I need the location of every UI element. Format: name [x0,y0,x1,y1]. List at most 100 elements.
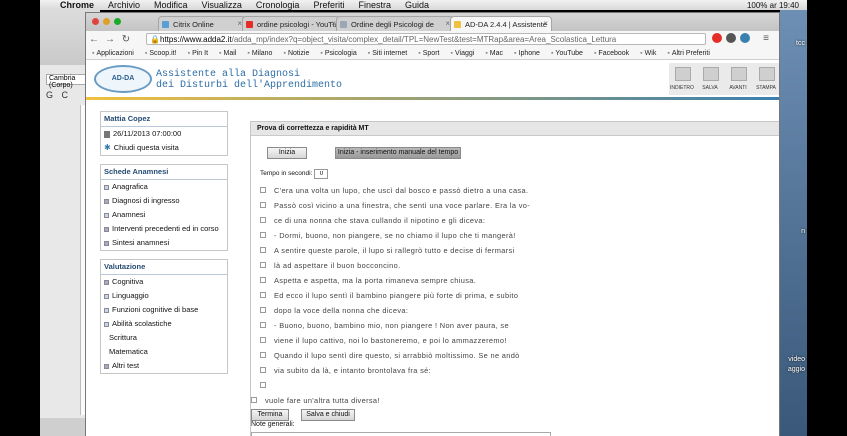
forward-icon[interactable]: → [102,34,118,45]
menu-visualizza[interactable]: Visualizza [202,0,242,10]
salva-chiudi-button[interactable]: Salva e chiudi [301,409,355,421]
tab-close-icon[interactable]: × [543,19,548,28]
extension-icon[interactable] [740,33,750,43]
bookmark-item[interactable]: YouTube [551,50,583,57]
tab-citrix[interactable]: Citrix Online × [158,16,246,31]
line-checkbox[interactable] [260,367,266,373]
bookmark-item[interactable]: Pin It [188,50,208,57]
desktop-label-tcc[interactable]: tcc [796,40,805,47]
bookmark-item[interactable]: Mail [219,50,237,57]
line-text: dopo la voce della nonna che diceva: [274,305,409,315]
desktop-label-aggio[interactable]: aggio [788,366,805,373]
site-header: AD-DA Assistente alla Diagnosi dei Distu… [86,61,779,103]
chrome-menu-icon[interactable]: ≡ [758,33,774,44]
indietro-button[interactable]: INDIETRO [669,63,695,95]
line-checkbox[interactable] [260,247,266,253]
bullet-icon [104,321,109,327]
visit-datetime-row: 26/11/2013 07:00:00 [101,127,227,141]
line-checkbox[interactable] [260,307,266,313]
menu-cronologia[interactable]: Cronologia [256,0,300,10]
text-line: là ad aspettare il buon bocconcino. [260,259,400,271]
bookmark-item[interactable]: Wik [640,50,657,57]
sidebar-item-scrittura[interactable]: Scrittura [101,331,227,345]
menu-modifica[interactable]: Modifica [154,0,188,10]
inizia-manual-button[interactable]: Inizia - inserimento manuale del tempo [335,147,461,159]
close-visit-link[interactable]: ✱ Chiudi questa visita [101,141,227,155]
menu-preferiti[interactable]: Preferiti [313,0,344,10]
line-checkbox[interactable] [260,187,266,193]
line-text: A sentire queste parole, il lupo si rall… [274,245,515,255]
close-visit-icon: ✱ [104,143,111,152]
test-title: Prova di correttezza e rapidità MT [251,122,779,136]
extension-icon[interactable] [712,33,722,43]
stampa-label: STAMPA [756,85,776,91]
close-visit-label: Chiudi questa visita [113,143,179,152]
test-panel: Prova di correttezza e rapidità MT Inizi… [250,121,779,436]
avanti-button[interactable]: AVANTI [725,63,751,95]
reload-icon[interactable]: ↻ [118,34,134,45]
desktop-label-video[interactable]: video [788,356,805,363]
back-icon[interactable]: ← [86,34,102,45]
header-stripe [86,97,779,100]
termina-button[interactable]: Termina [251,409,289,421]
tab-youtube[interactable]: ordine psicologi - YouTub × [242,16,340,31]
menu-clock[interactable]: 100% ar 19:40 [747,1,807,10]
line-checkbox[interactable] [260,232,266,238]
bookmark-item[interactable]: Iphone [514,50,540,57]
line-checkbox[interactable] [260,352,266,358]
sidebar-item-sintesi[interactable]: Sintesi anamnesi [101,236,227,250]
menu-finestra[interactable]: Finestra [358,0,391,10]
line-text: - Buono, buono, bambino mio, non pianger… [274,320,509,330]
line-checkbox[interactable] [260,382,266,388]
url-host: https://www.adda2.it [160,35,232,44]
line-checkbox[interactable] [260,262,266,268]
address-bar[interactable]: 🔒 https://www.adda2.it/adda_mp/index?q=o… [146,33,706,45]
bookmark-item[interactable]: Siti internet [368,50,407,57]
bookmarks-bar: Applicazioni Scoop.it! Pin It Mail Milan… [86,47,779,60]
note-generali-field[interactable] [251,432,551,436]
bookmark-item[interactable]: Altri Preferiti [667,50,710,57]
sidebar-item-anagrafica[interactable]: Anagrafica [101,180,227,194]
line-checkbox[interactable] [260,337,266,343]
tab-ordine[interactable]: Ordine degli Psicologi de × [336,16,454,31]
bookmark-item[interactable]: Viaggi [450,50,474,57]
bookmark-item[interactable]: Milano [247,50,273,57]
sidebar-item-matematica[interactable]: Matematica [101,345,227,359]
extension-icon[interactable] [726,33,736,43]
bookmark-item[interactable]: Notizie [283,50,309,57]
tab-adda-active[interactable]: AD-DA 2.4.4 | Assistente × [450,16,552,31]
menu-archivio[interactable]: Archivio [108,0,140,10]
sidebar-item-interventi[interactable]: Interventi precedenti ed in corso [101,222,227,236]
line-checkbox[interactable] [260,202,266,208]
bookmark-item[interactable]: Scoop.it! [145,50,176,57]
patient-name: Mattia Copez [101,112,227,127]
sidebar-item-funzioni[interactable]: Funzioni cognitive di base [101,303,227,317]
line-checkbox[interactable] [260,292,266,298]
line-checkbox[interactable] [260,217,266,223]
line-checkbox[interactable] [260,277,266,283]
stampa-button[interactable]: STAMPA [753,63,779,95]
salva-button[interactable]: SALVA [697,63,723,95]
sidebar-item-abilita[interactable]: Abilità scolastiche [101,317,227,331]
youtube-favicon-icon [246,21,253,28]
bookmark-item[interactable]: Facebook [594,50,629,57]
sidebar-item-diagnosi[interactable]: Diagnosi di ingresso [101,194,227,208]
sidebar-item-anamnesi[interactable]: Anamnesi [101,208,227,222]
menu-guida[interactable]: Guida [405,0,429,10]
desktop-label-n[interactable]: n [801,228,805,235]
sidebar-item-altri-test[interactable]: Altri test [101,359,227,373]
bookmark-item[interactable]: Mac [485,50,503,57]
line-checkbox[interactable] [260,322,266,328]
screen: Chrome Archivio Modifica Visualizza Cron… [0,0,847,436]
inizia-button[interactable]: Inizia [267,147,307,159]
sidebar-item-cognitiva[interactable]: Cognitiva [101,275,227,289]
line-checkbox[interactable] [251,397,257,403]
menu-app-name[interactable]: Chrome [60,0,94,10]
bookmark-item[interactable]: Psicologia [320,50,357,57]
tempo-input[interactable] [314,169,329,179]
bookmark-item[interactable]: Applicazioni [92,50,133,57]
bullet-icon [104,363,109,369]
bookmark-item[interactable]: Sport [418,50,440,57]
tempo-text: Tempo in secondi: [260,170,313,177]
sidebar-item-linguaggio[interactable]: Linguaggio [101,289,227,303]
